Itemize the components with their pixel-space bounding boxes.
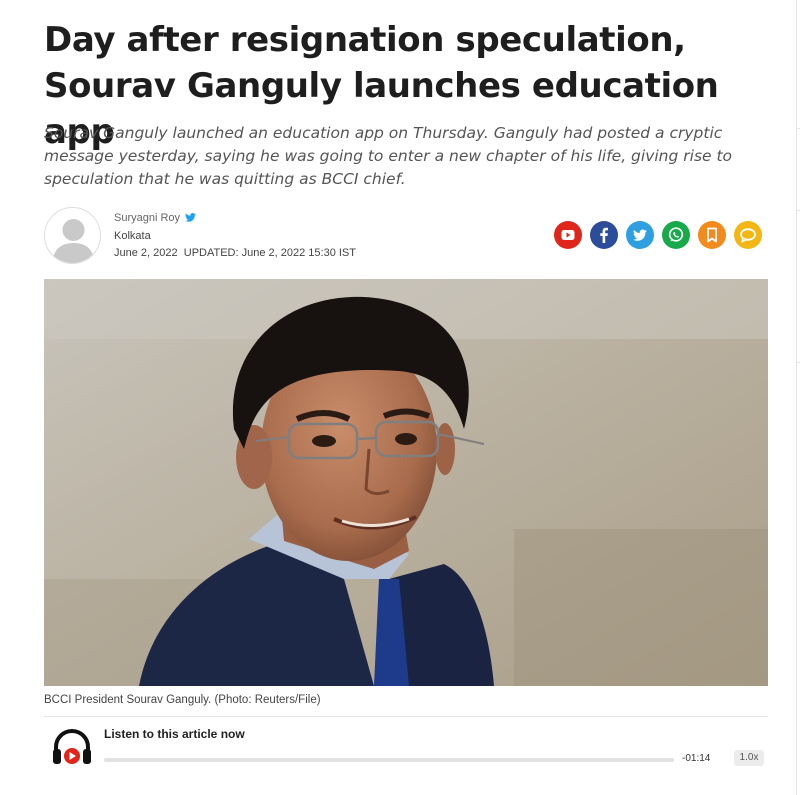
audio-time-remaining: -01:14 bbox=[682, 753, 711, 764]
publish-dates: June 2, 2022 UPDATED: June 2, 2022 15:30… bbox=[114, 245, 356, 262]
headphones-play-icon[interactable] bbox=[50, 725, 94, 774]
photo-caption: BCCI President Sourav Ganguly. (Photo: R… bbox=[44, 694, 321, 706]
audio-progress-bar[interactable] bbox=[104, 758, 674, 762]
article-photo bbox=[44, 279, 768, 686]
whatsapp-icon[interactable] bbox=[662, 221, 690, 249]
article-summary: Sourav Ganguly launched an education app… bbox=[44, 124, 733, 188]
audio-player: Listen to this article now -01:14 1.0x bbox=[44, 720, 768, 780]
twitter-icon[interactable] bbox=[185, 211, 197, 228]
divider bbox=[44, 716, 768, 717]
author-avatar[interactable] bbox=[44, 207, 101, 264]
byline: Suryagni Roy Kolkata June 2, 2022 UPDATE… bbox=[44, 207, 768, 267]
comment-icon[interactable] bbox=[734, 221, 762, 249]
facebook-icon[interactable] bbox=[590, 221, 618, 249]
updated-label: UPDATED: bbox=[183, 247, 239, 259]
youtube-icon[interactable] bbox=[554, 221, 582, 249]
author-name[interactable]: Suryagni Roy bbox=[114, 212, 180, 224]
bookmark-icon[interactable] bbox=[698, 221, 726, 249]
audio-title: Listen to this article now bbox=[104, 727, 245, 741]
audio-speed-button[interactable]: 1.0x bbox=[734, 750, 764, 766]
sidebar-edge bbox=[796, 0, 800, 795]
twitter-share-icon[interactable] bbox=[626, 221, 654, 249]
updated-date: June 2, 2022 15:30 IST bbox=[241, 247, 356, 259]
publish-date: June 2, 2022 bbox=[114, 247, 178, 259]
author-location: Kolkata bbox=[114, 230, 151, 242]
author-info: Suryagni Roy Kolkata June 2, 2022 UPDATE… bbox=[114, 210, 356, 262]
